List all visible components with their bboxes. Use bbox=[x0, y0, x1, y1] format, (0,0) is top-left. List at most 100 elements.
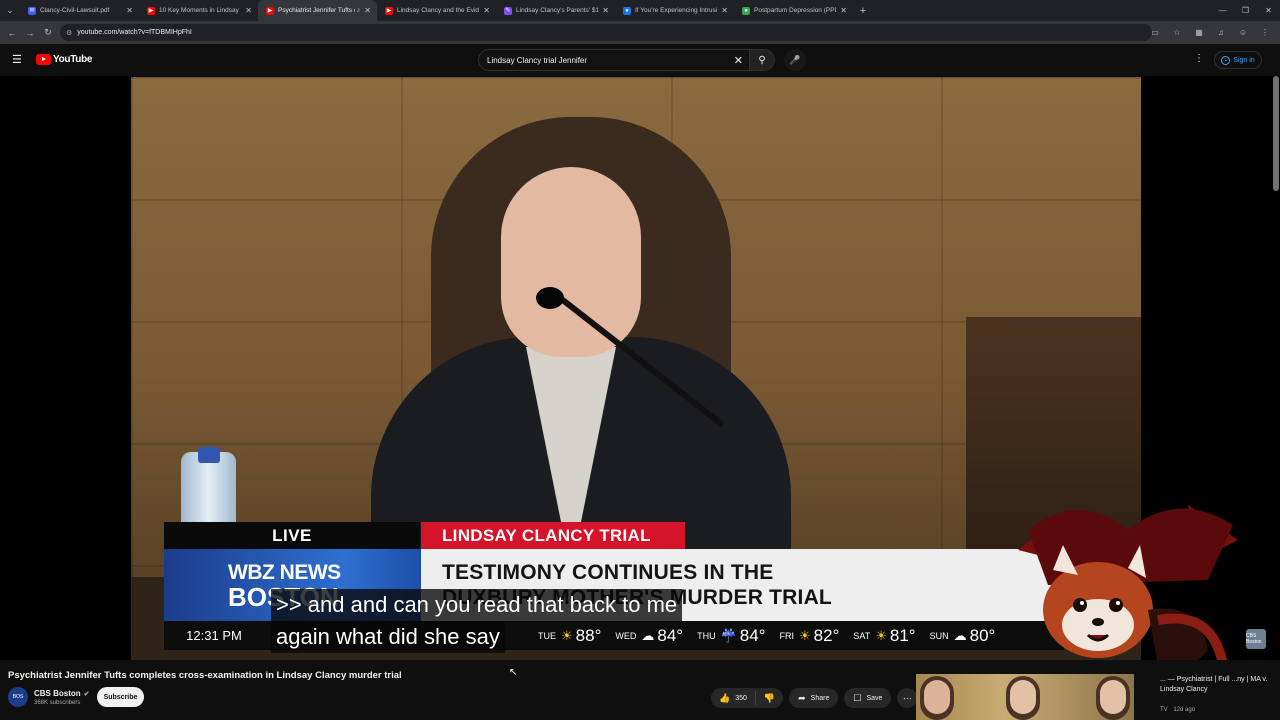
video-player[interactable]: LIVE LINDSAY CLANCY TRIAL WBZ NEWS BOSTO… bbox=[0, 76, 1280, 660]
tab-title: Lindsay Clancy and the Eviden... bbox=[397, 7, 480, 14]
rain-icon: ☔ bbox=[720, 627, 737, 643]
search-icon: ⚲ bbox=[758, 54, 766, 66]
tab-close-icon[interactable]: ✕ bbox=[245, 6, 252, 15]
channel-avatar[interactable]: BOS bbox=[8, 687, 28, 707]
thumb-person-face bbox=[1100, 680, 1126, 714]
tab-title: Clancy-Civil-Lawsuit.pdf bbox=[40, 7, 110, 14]
thumb-person-face bbox=[924, 680, 950, 714]
youtube-wordmark: YouTube bbox=[53, 54, 93, 65]
save-label: Save bbox=[866, 694, 883, 702]
headline-line1: TESTIMONY CONTINUES IN THE bbox=[442, 561, 774, 584]
weather-day: THU ☔ 84° bbox=[697, 626, 765, 646]
channel-watermark[interactable]: CBS Boston bbox=[1246, 629, 1266, 649]
tab-strip: ⌄ ✉ Clancy-Civil-Lawsuit.pdf ✕ ▶ 10 Key Mome… bbox=[0, 0, 1280, 21]
save-button[interactable]: ☐ Save bbox=[844, 688, 892, 708]
recommended-title[interactable]: ... — Psychiatrist | Full ...ny | MA v. … bbox=[1160, 675, 1270, 695]
like-button[interactable]: 👍 350 bbox=[711, 691, 756, 705]
recommended-meta: TV 12d ago bbox=[1160, 707, 1195, 713]
browser-tab[interactable]: ● Postpartum Depression (PPD) ... ✕ bbox=[734, 0, 853, 21]
dislike-button[interactable]: 👎 bbox=[756, 693, 783, 704]
caption-line: again what did she say bbox=[271, 621, 505, 653]
guide-menu-icon[interactable]: ☰ bbox=[12, 53, 22, 66]
tab-audio-icon[interactable]: ♪ bbox=[357, 7, 361, 14]
forward-icon[interactable]: → bbox=[21, 28, 39, 38]
address-bar[interactable]: ⚙ youtube.com/watch?v=fTDBMIHpFhI bbox=[60, 24, 1152, 41]
sign-in-button[interactable]: ☺ Sign in bbox=[1214, 51, 1262, 69]
tab-title: Lindsay Clancy's Parents' $1 Mi... bbox=[516, 7, 599, 14]
weather-day-label: FRI bbox=[779, 630, 795, 641]
cast-icon[interactable]: ▭ bbox=[1144, 28, 1166, 37]
subscriber-count: 368K subscribers bbox=[34, 700, 81, 706]
microphone-icon: 🎤 bbox=[789, 54, 801, 65]
browser-tab[interactable]: ▶ Lindsay Clancy and the Eviden...✕ bbox=[377, 0, 496, 21]
sun-icon: ☀ bbox=[799, 627, 811, 643]
tab-title: Postpartum Depression (PPD) ... bbox=[754, 7, 836, 14]
weather-day-label: THU bbox=[697, 630, 716, 641]
tab-close-icon[interactable]: ✕ bbox=[840, 6, 847, 15]
weather-day: SUN ☁ 80° bbox=[930, 626, 996, 646]
extensions-icon[interactable]: ▦ bbox=[1188, 28, 1210, 37]
cloud-icon: ☁ bbox=[953, 627, 967, 643]
trial-label: LINDSAY CLANCY TRIAL bbox=[421, 522, 685, 549]
sun-icon: ☀ bbox=[875, 627, 887, 643]
more-actions-icon[interactable]: ⋯ bbox=[897, 688, 918, 708]
doc-icon: ✎ bbox=[504, 6, 512, 15]
water-bottle-cap bbox=[198, 447, 220, 463]
settings-menu-icon[interactable]: ⋮ bbox=[1194, 53, 1204, 64]
tab-close-icon[interactable]: ✕ bbox=[126, 6, 133, 15]
verified-icon: ✔ bbox=[83, 691, 90, 698]
broadcast-time: 12:31 PM bbox=[186, 628, 242, 643]
share-button[interactable]: ➦ Share bbox=[789, 688, 839, 708]
weather-day-label: SUN bbox=[929, 630, 949, 641]
thumbs-up-icon: 👍 bbox=[719, 692, 731, 703]
close-window-icon[interactable]: ✕ bbox=[1257, 6, 1280, 15]
media-icon[interactable]: ♫ bbox=[1210, 28, 1232, 37]
youtube-header: ☰ YouTube Lindsay Clancy trial Jennifer … bbox=[0, 44, 1280, 76]
caption-line: >> and and can you read that back to me bbox=[271, 589, 683, 621]
web-icon: ● bbox=[623, 6, 631, 15]
recommended-thumbnail[interactable] bbox=[916, 674, 1134, 720]
tab-close-icon[interactable]: ✕ bbox=[602, 6, 609, 15]
video-actions: 👍 350 👎 ➦ Share ☐ Save ⋯ bbox=[711, 688, 918, 708]
tab-title: Psychiatrist Jennifer Tufts c... bbox=[278, 7, 355, 14]
profile-icon[interactable]: ☺ bbox=[1232, 28, 1254, 37]
window-controls: — ❐ ✕ bbox=[1211, 0, 1280, 21]
browser-toolbar: ← → ↻ ⚙ youtube.com/watch?v=fTDBMIHpFhI … bbox=[0, 21, 1280, 44]
channel-name-row[interactable]: CBS Boston ✔ bbox=[34, 689, 90, 698]
page-scrollbar[interactable] bbox=[1273, 76, 1279, 191]
mouse-cursor-icon: ↖ bbox=[509, 667, 518, 678]
tab-close-icon[interactable]: ✕ bbox=[483, 6, 490, 15]
weather-temp: 80° bbox=[969, 625, 996, 645]
browser-tab[interactable]: ▶ Psychiatrist Jennifer Tufts c... ♪ ✕ bbox=[258, 0, 377, 21]
site-info-icon[interactable]: ⚙ bbox=[66, 29, 72, 37]
tab-search-icon[interactable]: ⌄ bbox=[0, 0, 20, 21]
minimize-icon[interactable]: — bbox=[1211, 6, 1234, 15]
voice-search-button[interactable]: 🎤 bbox=[784, 49, 806, 71]
clear-search-icon[interactable]: ✕ bbox=[734, 54, 743, 67]
search-button[interactable]: ⚲ bbox=[749, 49, 775, 71]
bookmark-star-icon[interactable]: ☆ bbox=[1166, 28, 1188, 37]
browser-tab[interactable]: ✎ Lindsay Clancy's Parents' $1 Mi...✕ bbox=[496, 0, 615, 21]
browser-tab[interactable]: ✉ Clancy-Civil-Lawsuit.pdf ✕ bbox=[20, 0, 139, 21]
search-input[interactable]: Lindsay Clancy trial Jennifer ✕ bbox=[478, 49, 750, 71]
restore-icon[interactable]: ❐ bbox=[1234, 6, 1257, 15]
browser-tab[interactable]: ▶ 10 Key Moments in Lindsay Cl... ✕ bbox=[139, 0, 258, 21]
subscribe-button[interactable]: Subscribe bbox=[97, 687, 144, 707]
tab-close-icon[interactable]: ✕ bbox=[364, 6, 371, 15]
browser-tab[interactable]: ● If You're Experiencing Intrusive... ✕ bbox=[615, 0, 734, 21]
browser-menu-icon[interactable]: ⋮ bbox=[1254, 28, 1276, 37]
search-query: Lindsay Clancy trial Jennifer bbox=[487, 55, 588, 65]
reload-icon[interactable]: ↻ bbox=[39, 27, 57, 38]
tab-title: 10 Key Moments in Lindsay Cl... bbox=[159, 7, 241, 14]
channel-name[interactable]: CBS Boston bbox=[34, 689, 81, 698]
back-icon[interactable]: ← bbox=[3, 28, 21, 38]
like-dislike-group: 👍 350 👎 bbox=[711, 688, 784, 708]
tab-close-icon[interactable]: ✕ bbox=[721, 6, 728, 15]
like-count: 350 bbox=[735, 694, 747, 702]
new-tab-button[interactable]: + bbox=[853, 5, 873, 17]
youtube-play-icon bbox=[36, 54, 51, 65]
share-icon: ➦ bbox=[798, 692, 806, 703]
youtube-logo[interactable]: YouTube bbox=[36, 54, 93, 65]
weather-day: SAT ☀ 81° bbox=[853, 626, 915, 646]
closed-captions: >> and and can you read that back to me … bbox=[271, 589, 683, 653]
